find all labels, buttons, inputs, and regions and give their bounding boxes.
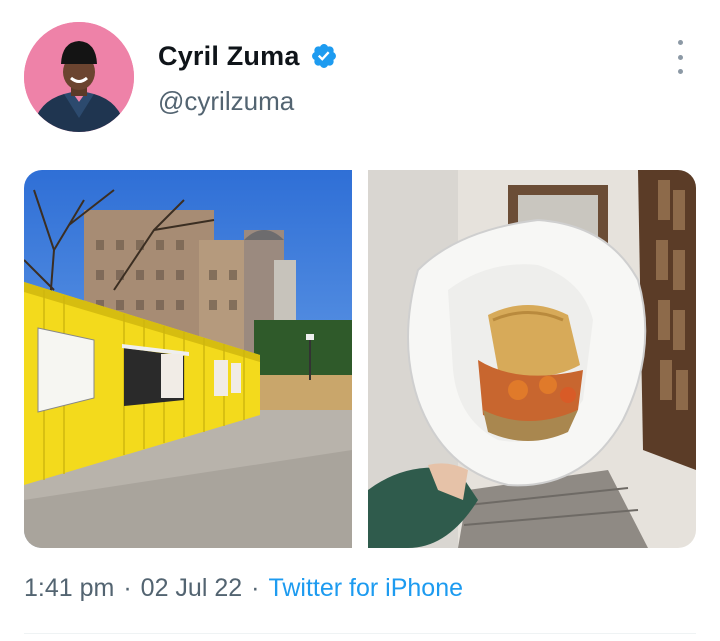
author-handle[interactable]: @cyrilzuma	[158, 86, 294, 117]
author-name-row[interactable]: Cyril Zuma	[158, 36, 338, 76]
more-vertical-icon[interactable]	[670, 40, 690, 74]
sandwich-photo[interactable]	[368, 170, 696, 548]
more-dot	[677, 54, 683, 60]
avatar[interactable]	[24, 22, 134, 132]
tweet-meta: 1:41 pm · 02 Jul 22 · Twitter for iPhone	[24, 574, 463, 603]
more-dot	[677, 69, 683, 74]
meta-separator: ·	[123, 574, 132, 602]
tweet-time[interactable]: 1:41 pm	[24, 574, 114, 603]
tweet-date[interactable]: 02 Jul 22	[141, 574, 242, 603]
verified-badge-icon	[310, 42, 338, 70]
tweet-media	[24, 170, 696, 548]
meta-separator: ·	[251, 574, 260, 602]
author-display-name[interactable]: Cyril Zuma	[158, 41, 300, 72]
more-dot	[677, 40, 683, 45]
divider	[24, 633, 696, 634]
tweet-source-link[interactable]: Twitter for iPhone	[268, 574, 463, 603]
yellow-container-photo[interactable]	[24, 170, 352, 548]
